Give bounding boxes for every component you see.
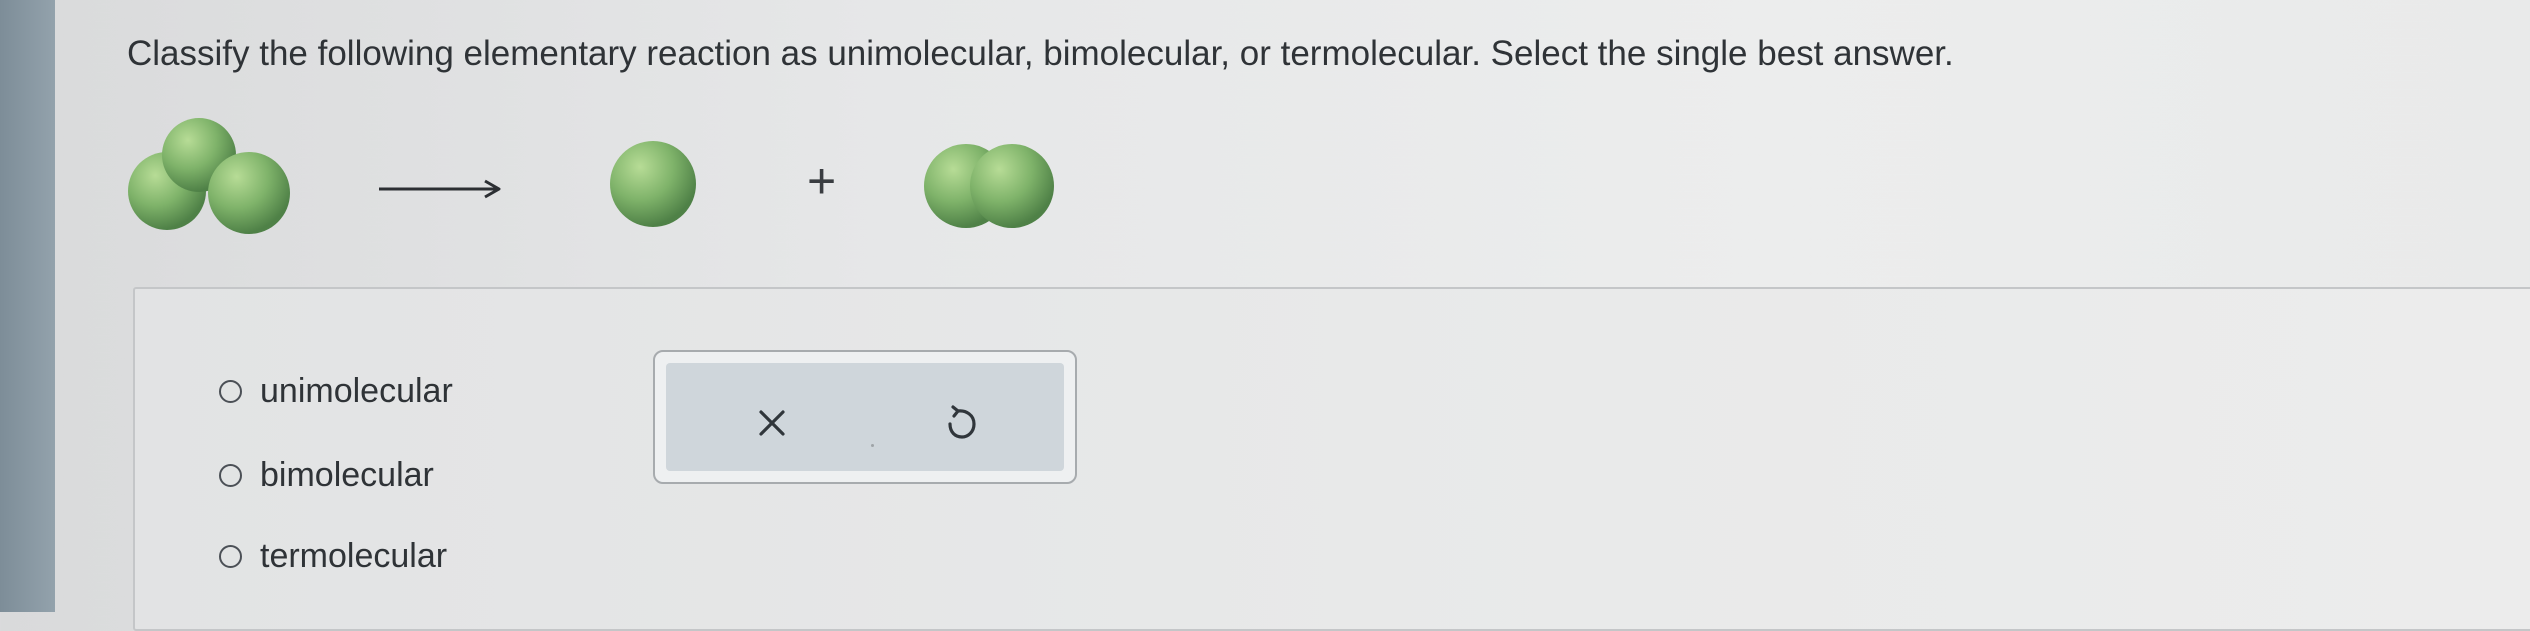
undo-button[interactable] — [942, 401, 986, 445]
question-text: Classify the following elementary reacti… — [127, 34, 1954, 73]
option-termolecular[interactable]: termolecular — [219, 531, 447, 581]
answer-panel — [133, 287, 2530, 631]
close-icon — [759, 410, 785, 436]
triatomic-molecule-icon — [128, 118, 290, 234]
answer-controls — [653, 350, 1077, 484]
undo-icon — [948, 405, 976, 439]
single-atom-icon — [610, 141, 696, 227]
radio-button[interactable] — [219, 463, 242, 487]
left-page-edge — [0, 0, 55, 612]
reaction-svg: + — [128, 118, 1054, 234]
radio-button[interactable] — [219, 379, 242, 403]
option-bimolecular[interactable]: bimolecular — [219, 450, 434, 500]
controls-toolbar — [666, 363, 1064, 471]
option-unimolecular[interactable]: unimolecular — [219, 366, 453, 416]
plus-sign: + — [807, 153, 836, 209]
option-label: unimolecular — [260, 371, 453, 410]
diatomic-molecule-icon — [924, 144, 1054, 228]
option-label: termolecular — [260, 536, 448, 575]
reaction-diagram: + — [125, 115, 1075, 250]
radio-button[interactable] — [219, 544, 242, 568]
separator-dot — [871, 444, 874, 447]
clear-button[interactable] — [750, 401, 794, 445]
option-label: bimolecular — [260, 455, 434, 494]
reaction-arrow-icon — [379, 179, 501, 199]
